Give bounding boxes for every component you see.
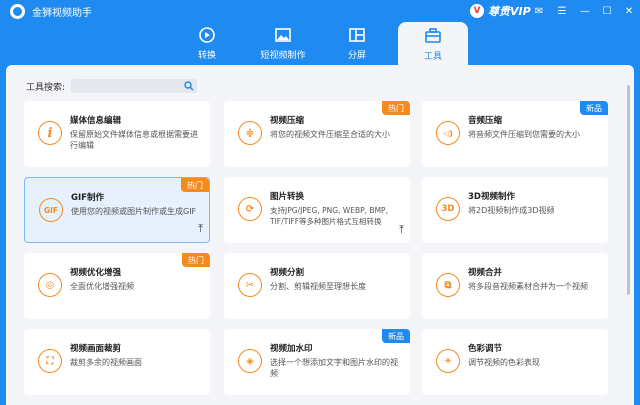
search-input[interactable] [71, 84, 178, 99]
tool-card-color[interactable]: ☀ 色彩调节 调节视频的色彩表现 [422, 329, 608, 395]
image-icon [275, 28, 291, 42]
tab-label: 分屏 [347, 51, 366, 61]
tool-search: 工具搜索: [26, 79, 198, 99]
vip-button[interactable]: V 尊贵VIP [470, 3, 531, 19]
tool-title: 色彩调节 [468, 344, 503, 354]
tool-title: GIF制作 [71, 193, 104, 203]
tool-desc: 将您的视频文件压缩至合适的大小 [270, 130, 390, 139]
menu-icon[interactable]: ☰ [555, 4, 569, 18]
tab-short-video[interactable]: 短视频制作 [248, 24, 318, 64]
new-badge: 新品 [382, 329, 410, 343]
tab-split-screen[interactable]: 分屏 [322, 24, 392, 64]
toolbox-icon [425, 28, 441, 43]
tool-title: 视频分割 [270, 268, 305, 278]
pin-top-icon[interactable]: ⤒ [198, 222, 203, 236]
tool-desc: 将音频文件压缩到您需要的大小 [468, 130, 580, 139]
convert-icon [199, 27, 215, 43]
maximize-icon[interactable]: ☐ [600, 4, 614, 18]
app-window: 金狮视频助手 V 尊贵VIP ✉ ☰ — ☐ ✕ 转换 短视频制作 分屏 工具 … [0, 0, 640, 405]
minimize-icon[interactable]: — [578, 4, 592, 18]
palette-icon: ◎ [38, 273, 62, 297]
tool-desc: 将2D视频制作成3D视频 [468, 206, 555, 215]
info-icon: i [38, 121, 62, 145]
tool-desc: 保留原始文件媒体信息或根据需要进行编辑 [70, 130, 198, 150]
compress-icon: ≑ [238, 121, 262, 145]
gif-icon: GIF [39, 198, 63, 222]
tool-title: 3D视频制作 [468, 192, 515, 202]
scissors-icon: ✂ [238, 273, 262, 297]
tab-tools[interactable]: 工具 [398, 22, 468, 66]
search-icon[interactable] [184, 81, 194, 91]
tab-label: 转换 [197, 51, 216, 61]
tools-panel: 工具搜索: i 媒体信息编辑 保留原始文件媒体信息或根据需要进行编辑 热门 ≑ … [6, 65, 634, 405]
tool-title: 视频优化增强 [70, 268, 122, 278]
new-badge: 新品 [580, 101, 608, 115]
watermark-icon: ◈ [238, 349, 262, 373]
tool-desc: 调节视频的色彩表现 [468, 358, 540, 367]
hot-badge: 热门 [382, 101, 410, 115]
tool-desc: 使用您的视频或图片制作或生成GIF [71, 207, 197, 216]
tool-desc: 裁剪多余的视频画面 [70, 358, 142, 367]
tool-desc: 分割、剪辑视频至理想长度 [270, 282, 366, 291]
tool-card-image-convert[interactable]: ⟳ 图片转换 支持JPG/JPEG, PNG, WEBP, BMP, TIF/T… [224, 177, 410, 243]
tool-title: 音频压缩 [468, 116, 503, 126]
tool-title: 视频合并 [468, 268, 503, 278]
tool-title: 视频画面裁剪 [70, 344, 122, 354]
sun-icon: ☀ [436, 349, 460, 373]
tool-card-split[interactable]: ✂ 视频分割 分割、剪辑视频至理想长度 [224, 253, 410, 319]
hot-badge: 热门 [181, 178, 209, 192]
tool-card-gif[interactable]: 热门 GIF GIF制作 使用您的视频或图片制作或生成GIF ⤒ [24, 177, 210, 243]
tool-card-enhance[interactable]: 热门 ◎ 视频优化增强 全面优化增强视频 [24, 253, 210, 319]
3d-icon: 3D [436, 197, 460, 221]
tool-title: 媒体信息编辑 [70, 116, 122, 126]
tab-label: 短视频制作 [260, 51, 306, 61]
tool-desc: 选择一个想添加文字和图片水印的视频 [270, 358, 398, 378]
hot-badge: 热门 [182, 253, 210, 267]
tool-title: 视频加水印 [270, 344, 313, 354]
tool-card-watermark[interactable]: 新品 ◈ 视频加水印 选择一个想添加文字和图片水印的视频 [224, 329, 410, 395]
audio-compress-icon: ◁) [436, 121, 460, 145]
search-box[interactable] [71, 79, 198, 99]
tool-card-audio-compress[interactable]: 新品 ◁) 音频压缩 将音频文件压缩到您需要的大小 [422, 101, 608, 167]
tab-label: 工具 [423, 52, 442, 62]
tool-desc: 全面优化增强视频 [70, 282, 134, 291]
pin-top-icon[interactable]: ⤒ [399, 223, 404, 237]
tool-card-video-compress[interactable]: 热门 ≑ 视频压缩 将您的视频文件压缩至合适的大小 [224, 101, 410, 167]
title-bar: 金狮视频助手 V 尊贵VIP ✉ ☰ — ☐ ✕ [0, 0, 640, 22]
tool-card-media-info[interactable]: i 媒体信息编辑 保留原始文件媒体信息或根据需要进行编辑 [24, 101, 210, 167]
tool-desc: 支持JPG/JPEG, PNG, WEBP, BMP, TIF/TIFF等多种图… [270, 206, 388, 226]
mail-icon[interactable]: ✉ [532, 4, 546, 18]
tool-title: 图片转换 [270, 192, 305, 202]
image-convert-icon: ⟳ [238, 197, 262, 221]
merge-icon: ⧉ [436, 273, 460, 297]
vip-diamond-icon: V [470, 4, 484, 18]
scrollbar[interactable] [627, 85, 630, 295]
tool-card-3d-video[interactable]: 3D 3D视频制作 将2D视频制作成3D视频 [422, 177, 608, 243]
search-label: 工具搜索: [26, 82, 66, 93]
vip-label: 尊贵VIP [488, 5, 531, 18]
app-title: 金狮视频助手 [32, 8, 92, 19]
split-screen-icon [349, 28, 365, 42]
tab-convert[interactable]: 转换 [172, 24, 242, 64]
app-logo-icon [10, 4, 25, 19]
crop-icon: ⛶ [38, 349, 62, 373]
tool-desc: 将多段音视频素材合并为一个视频 [468, 282, 588, 291]
tool-card-merge[interactable]: ⧉ 视频合并 将多段音视频素材合并为一个视频 [422, 253, 608, 319]
tool-title: 视频压缩 [270, 116, 305, 126]
tool-card-crop[interactable]: ⛶ 视频画面裁剪 裁剪多余的视频画面 [24, 329, 210, 395]
close-icon[interactable]: ✕ [622, 4, 636, 18]
